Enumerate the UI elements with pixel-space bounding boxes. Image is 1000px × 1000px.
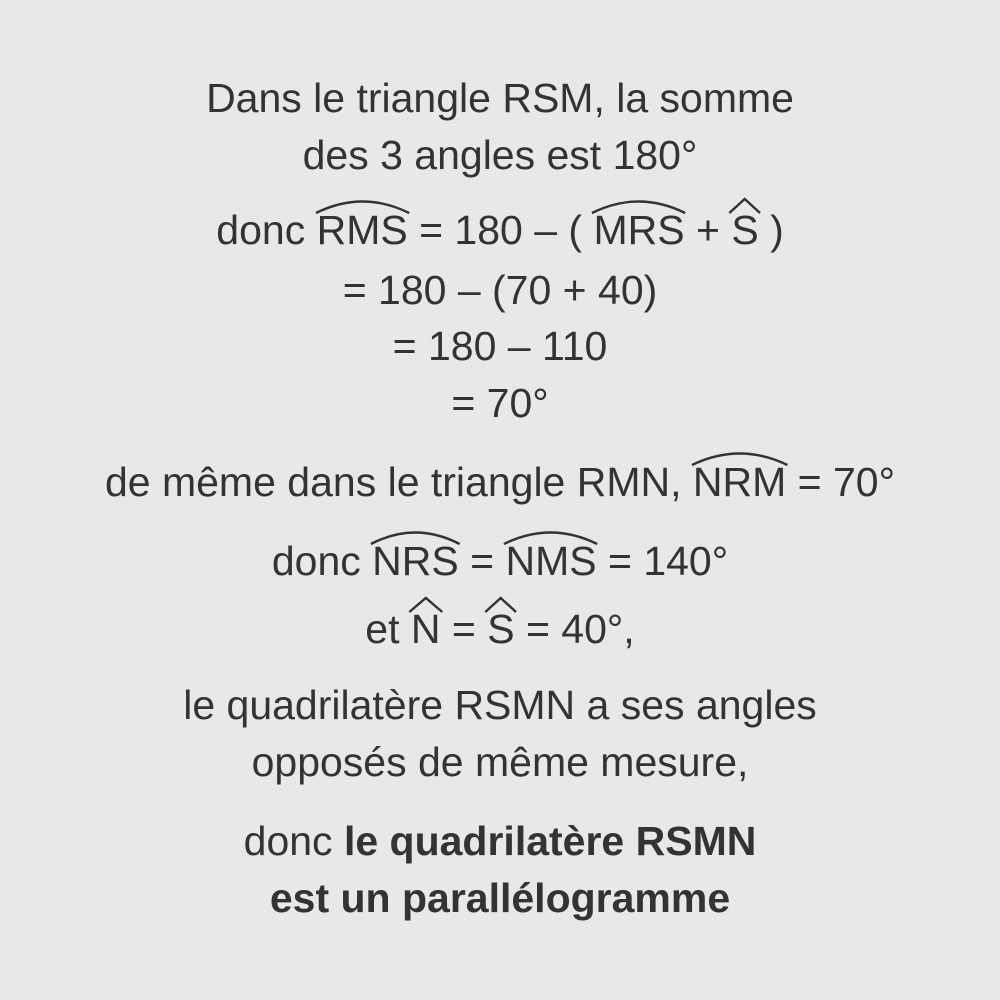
word-donc: donc xyxy=(243,818,344,864)
equation-text: = 140° xyxy=(596,538,729,584)
equation-nrs-nms: donc NRS = NMS = 140° xyxy=(0,535,1000,587)
angle-label: NRS xyxy=(372,538,459,584)
text-line-11: opposés de même mesure, xyxy=(0,736,1000,788)
text-line-10: le quadrilatère RSMN a ses angles xyxy=(0,679,1000,731)
conclusion-bold-text: est un parallélogramme xyxy=(269,875,731,921)
angle-label: N xyxy=(410,606,441,652)
equation-step-3: = 70° xyxy=(0,377,1000,429)
text-line-2: des 3 angles est 180° xyxy=(0,129,1000,181)
angle-s: S xyxy=(487,603,514,655)
equation-step-1: = 180 – (70 + 40) xyxy=(0,264,1000,316)
equation-text: = 180 – ( xyxy=(407,207,594,253)
angle-label: MRS xyxy=(593,207,685,253)
conclusion-bold-text: le quadrilatère RSMN xyxy=(343,818,757,864)
word-et: et xyxy=(365,606,411,652)
equation-text: ) xyxy=(758,207,784,253)
sentence-triangle-rsm: Dans le triangle RSM, la somme xyxy=(206,75,794,121)
angle-nrs: NRS xyxy=(372,535,459,587)
angle-n: N xyxy=(411,603,441,655)
text-line-1: Dans le triangle RSM, la somme xyxy=(0,72,1000,124)
angle-mrs: MRS xyxy=(593,204,684,256)
conclusion-line-2: est un parallélogramme xyxy=(0,872,1000,924)
angle-rms: RMS xyxy=(317,204,408,256)
angle-label: NMS xyxy=(505,538,597,584)
word-donc: donc xyxy=(271,538,373,584)
equation-text: = 70° xyxy=(451,380,549,426)
equation-text: = 70° xyxy=(786,459,896,505)
equation-n-s: et N = S = 40°, xyxy=(0,603,1000,655)
angle-label: NRM xyxy=(692,459,787,505)
equation-text: = 40°, xyxy=(514,606,635,652)
plus-sign: + xyxy=(684,207,732,253)
angle-nrm: NRM xyxy=(693,456,786,508)
equation-text: = 180 – (70 + 40) xyxy=(342,267,658,313)
angle-label: S xyxy=(731,207,759,253)
equation-step-2: = 180 – 110 xyxy=(0,320,1000,372)
angle-label: S xyxy=(487,606,515,652)
sentence-quadrilateral: le quadrilatère RSMN a ses angles xyxy=(183,682,817,728)
equals-sign: = xyxy=(458,538,506,584)
conclusion-line-1: donc le quadrilatère RSMN xyxy=(0,815,1000,867)
angle-label: RMS xyxy=(316,207,408,253)
sentence-sum-angles: des 3 angles est 180° xyxy=(302,132,698,178)
word-donc: donc xyxy=(216,207,317,253)
sentence-opposite-angles: opposés de même mesure, xyxy=(251,739,749,785)
equation-rms: donc RMS = 180 – ( MRS + S ) xyxy=(0,204,1000,256)
equals-sign: = xyxy=(440,606,488,652)
sentence-text: de même dans le triangle RMN, xyxy=(104,459,693,505)
angle-nms: NMS xyxy=(505,535,596,587)
angle-s: S xyxy=(731,204,758,256)
equation-nrm: de même dans le triangle RMN, NRM = 70° xyxy=(0,456,1000,508)
equation-text: = 180 – 110 xyxy=(392,323,608,369)
